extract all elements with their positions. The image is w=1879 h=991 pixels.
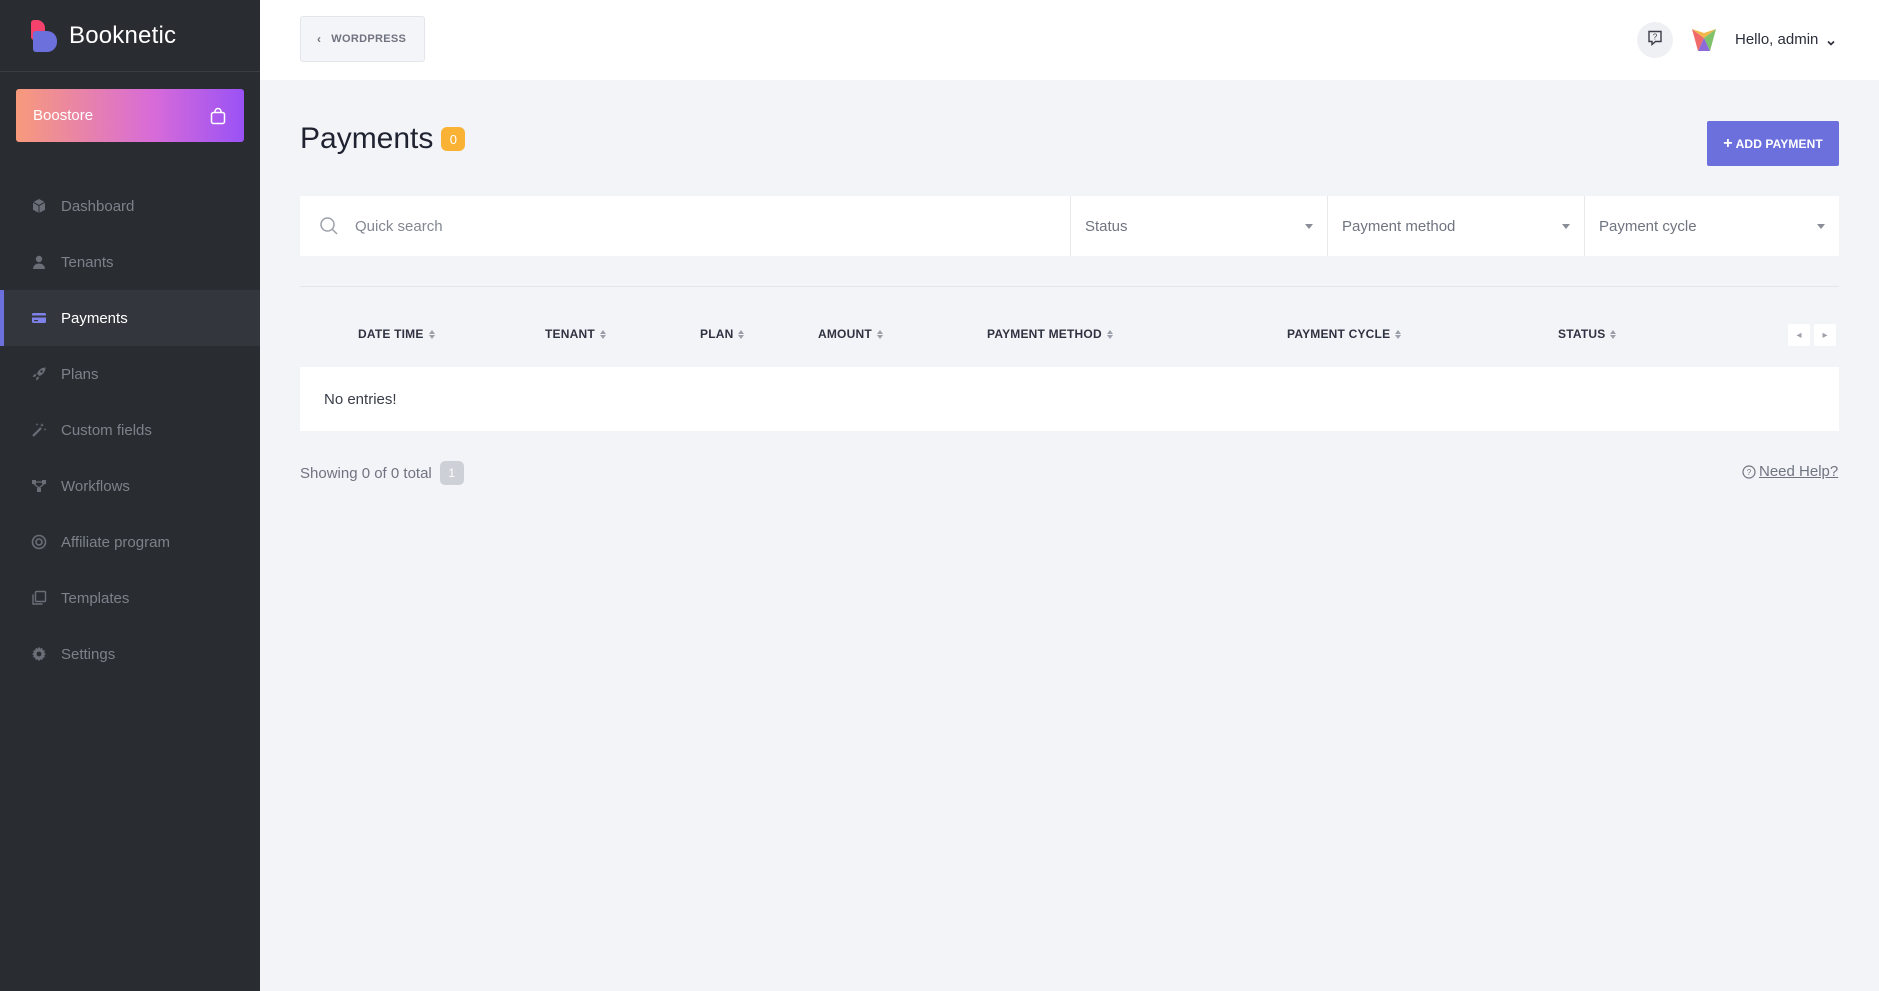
workflow-icon	[31, 478, 47, 494]
sort-icon	[1106, 329, 1113, 339]
user-icon	[31, 254, 47, 270]
sidebar-item-label: Templates	[61, 589, 130, 607]
status-select[interactable]: Status	[1071, 196, 1328, 256]
payment-cycle-select[interactable]: Payment cycle	[1585, 196, 1839, 256]
sort-icon	[1395, 329, 1402, 339]
target-icon	[31, 534, 47, 550]
sort-icon	[738, 329, 745, 339]
column-header-amount[interactable]: AMOUNT	[818, 327, 883, 341]
back-to-wordpress-button[interactable]: ‹ WORDPRESS	[300, 16, 425, 62]
caret-right-icon: ▸	[1822, 329, 1828, 341]
gear-icon	[31, 646, 47, 662]
count-badge: 0	[441, 127, 466, 151]
chevron-down-icon	[1826, 35, 1836, 46]
sidebar-item-custom-fields[interactable]: Custom fields	[0, 402, 260, 458]
scroll-left-button[interactable]: ◂	[1788, 324, 1810, 346]
booknetic-logo-icon	[31, 19, 57, 52]
rocket-icon	[31, 366, 47, 382]
status-select-value: Status	[1085, 217, 1128, 235]
sidebar: Booknetic Boostore Dashboard Tenants Pay…	[0, 0, 260, 991]
search-input[interactable]	[355, 217, 915, 235]
sidebar-item-tenants[interactable]: Tenants	[0, 234, 260, 290]
sidebar-nav: Dashboard Tenants Payments Plans Custom …	[0, 178, 260, 682]
sidebar-item-dashboard[interactable]: Dashboard	[0, 178, 260, 234]
sidebar-item-label: Workflows	[61, 477, 130, 495]
column-header-plan[interactable]: PLAN	[700, 327, 745, 341]
add-payment-button[interactable]: + ADD PAYMENT	[1707, 121, 1839, 166]
sidebar-item-label: Payments	[61, 309, 128, 327]
pagination-info: Showing 0 of 0 total 1	[300, 461, 464, 485]
sidebar-item-label: Custom fields	[61, 421, 152, 439]
column-header-payment-cycle[interactable]: PAYMENT CYCLE	[1287, 327, 1402, 341]
sort-icon	[599, 329, 606, 339]
sidebar-item-payments[interactable]: Payments	[0, 290, 260, 346]
payment-cycle-select-value: Payment cycle	[1599, 217, 1697, 235]
shopping-bag-icon	[209, 107, 227, 125]
question-circle-icon: ?	[1742, 464, 1756, 479]
sidebar-item-label: Dashboard	[61, 197, 135, 215]
column-header-payment-method[interactable]: PAYMENT METHOD	[987, 327, 1113, 341]
need-help-label: Need Help?	[1759, 463, 1839, 480]
payment-method-select-value: Payment method	[1342, 217, 1456, 235]
search-box	[300, 196, 1071, 256]
payment-method-select[interactable]: Payment method	[1328, 196, 1585, 256]
showing-text: Showing 0 of 0 total	[300, 464, 432, 482]
sort-icon	[428, 329, 435, 339]
sidebar-item-affiliate-program[interactable]: Affiliate program	[0, 514, 260, 570]
column-header-status[interactable]: STATUS	[1558, 327, 1617, 341]
svg-text:?: ?	[1747, 468, 1752, 477]
sidebar-item-settings[interactable]: Settings	[0, 626, 260, 682]
sidebar-item-templates[interactable]: Templates	[0, 570, 260, 626]
page-title: Payments 0	[300, 122, 466, 156]
column-header-tenant[interactable]: TENANT	[545, 327, 606, 341]
question-message-icon: ?	[1646, 29, 1664, 52]
caret-down-icon	[1562, 223, 1570, 229]
greeting: Hello, admin	[1735, 31, 1819, 48]
caret-down-icon	[1817, 223, 1825, 229]
brand-name: Booknetic	[69, 21, 177, 49]
sidebar-item-label: Settings	[61, 645, 116, 663]
credit-card-icon	[31, 310, 47, 326]
scroll-right-button[interactable]: ▸	[1814, 324, 1836, 346]
add-payment-label: ADD PAYMENT	[1735, 136, 1823, 151]
empty-table-row: No entries!	[300, 367, 1839, 431]
page-number-button[interactable]: 1	[439, 461, 464, 485]
filters-bar: Status Payment method Payment cycle	[300, 196, 1839, 256]
boostore-button[interactable]: Boostore	[16, 89, 244, 142]
user-avatar[interactable]	[1690, 26, 1718, 54]
empty-message: No entries!	[324, 390, 397, 408]
sort-icon	[1610, 329, 1617, 339]
page-title-text: Payments	[300, 122, 434, 155]
sidebar-item-label: Affiliate program	[61, 533, 170, 551]
topbar: ‹ WORDPRESS ? Hello, admin	[260, 0, 1879, 80]
caret-left-icon: ◂	[1796, 329, 1802, 341]
search-icon	[319, 216, 339, 236]
copy-icon	[31, 590, 47, 606]
column-header-date-time[interactable]: DATE TIME	[358, 327, 435, 341]
sidebar-item-plans[interactable]: Plans	[0, 346, 260, 402]
magic-wand-icon	[31, 422, 47, 438]
table-header: DATE TIME TENANT PLAN AMOUNT PAYMENT MET…	[300, 320, 1839, 350]
sidebar-item-workflows[interactable]: Workflows	[0, 458, 260, 514]
help-button[interactable]: ?	[1637, 22, 1673, 58]
sidebar-item-label: Tenants	[61, 253, 114, 271]
caret-down-icon	[1305, 223, 1313, 229]
brand[interactable]: Booknetic	[0, 0, 260, 72]
user-menu[interactable]: Hello, admin	[1735, 31, 1836, 48]
divider	[300, 286, 1839, 287]
cube-icon	[31, 198, 47, 214]
sidebar-item-label: Plans	[61, 365, 99, 383]
boostore-label: Boostore	[33, 107, 94, 124]
wordpress-label: WORDPRESS	[331, 33, 407, 45]
svg-text:?: ?	[1653, 32, 1658, 41]
sort-icon	[876, 329, 883, 339]
chevron-left-icon: ‹	[317, 32, 322, 46]
need-help-link[interactable]: ? Need Help?	[1742, 463, 1838, 480]
plus-icon: +	[1723, 134, 1733, 152]
